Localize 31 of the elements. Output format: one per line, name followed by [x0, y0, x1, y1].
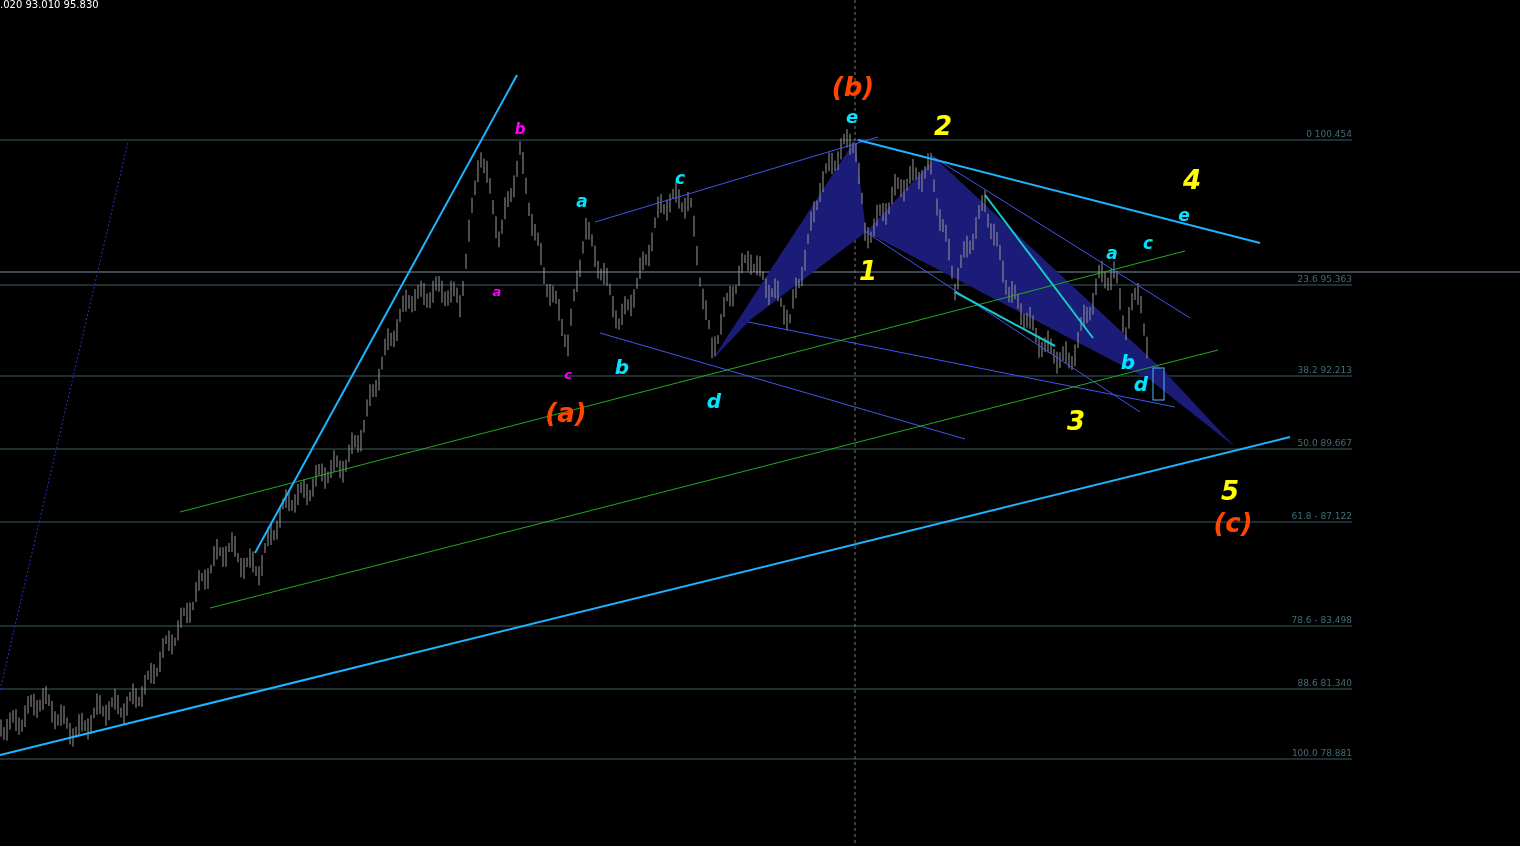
- fib-level-label: 0 100.454: [1306, 129, 1352, 139]
- fib-level-label: 78.6 - 83.498: [1291, 615, 1352, 625]
- wave-label: 2: [933, 111, 953, 141]
- wave-label: a: [492, 284, 502, 299]
- wave-label: c: [564, 367, 572, 382]
- wave-label: 4: [1182, 165, 1202, 195]
- wave-label: a: [1106, 243, 1118, 263]
- wave-label: b: [614, 355, 630, 379]
- wave-label: c: [674, 168, 686, 188]
- wave-label: b: [1120, 350, 1136, 374]
- wave-label: e: [845, 106, 859, 127]
- wave-label: 5: [1220, 476, 1240, 506]
- wave-label: (c): [1213, 508, 1253, 538]
- quote-header: .020 93.010 95.830: [0, 0, 99, 10]
- wave-label: a: [576, 191, 588, 211]
- wave-label: d: [1133, 372, 1149, 396]
- wave-label: 3: [1066, 406, 1086, 436]
- wave-label: e: [1178, 205, 1190, 225]
- fib-level-label: 38.2 92.213: [1297, 365, 1352, 375]
- wave-label: c: [1142, 233, 1154, 253]
- wave-label: b: [514, 120, 526, 138]
- fib-level-label: 88.6 81.340: [1297, 678, 1352, 688]
- wave-label: 1: [858, 256, 878, 286]
- wave-label: d: [706, 389, 722, 413]
- fib-level-label: 23.6 95.363: [1297, 274, 1352, 284]
- fib-level-label: 50.0 89.667: [1297, 438, 1352, 448]
- wave-label: (b): [831, 72, 875, 102]
- fib-level-label: 100.0 78.881: [1291, 748, 1352, 758]
- marker-rectangle: [1152, 367, 1165, 401]
- wave-label: (a): [545, 398, 587, 428]
- fib-level-label: 61.8 - 87.122: [1291, 511, 1352, 521]
